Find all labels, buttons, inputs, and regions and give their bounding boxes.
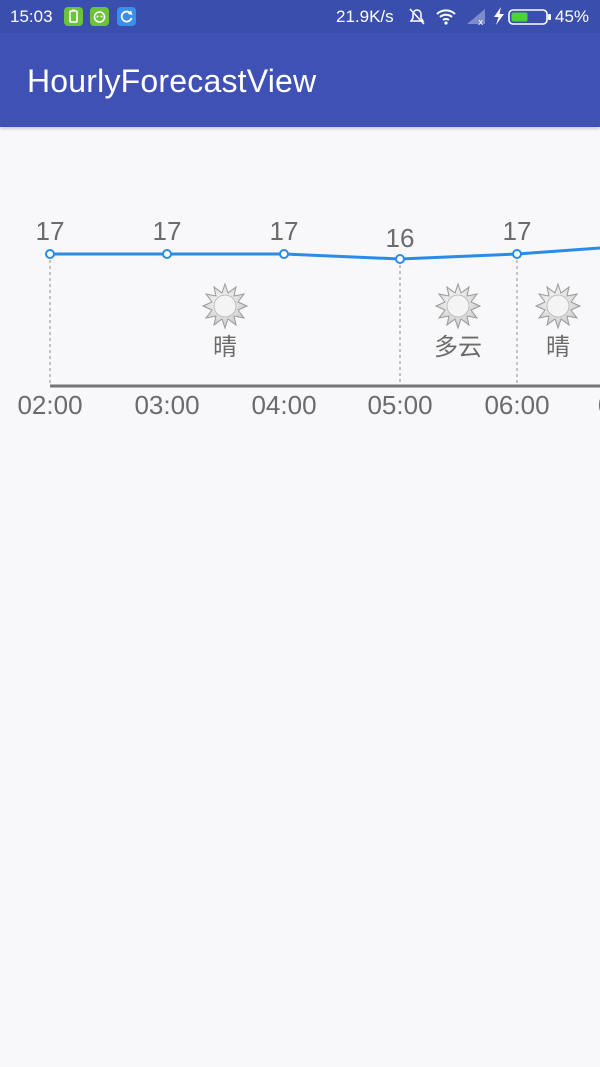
- temperature-label: 17: [269, 216, 299, 246]
- battery-icon: [508, 8, 552, 31]
- temperature-label: 17: [502, 216, 532, 246]
- temperature-point: [279, 249, 289, 259]
- app-bar: HourlyForecastView: [0, 33, 600, 127]
- battery-saver-icon: [64, 7, 83, 26]
- signal-icon: x: [465, 6, 489, 31]
- condition-label: 晴: [546, 333, 570, 361]
- status-time: 15:03: [10, 7, 53, 26]
- hour-label: 03:00: [134, 390, 200, 420]
- network-speed: 21.9K/s: [336, 7, 394, 26]
- svg-text:x: x: [478, 18, 484, 26]
- hourly-forecast-view[interactable]: 17 17 17 16 17 晴 多云 晴 02:00 03:00 04:00 …: [0, 127, 600, 447]
- hour-label: 02:00: [17, 390, 83, 420]
- android-app-icon: [90, 7, 109, 26]
- temperature-label: 17: [35, 216, 65, 246]
- mute-notifications-icon: [407, 6, 427, 31]
- hour-label: 06:00: [484, 390, 550, 420]
- temperature-label: 17: [152, 216, 182, 246]
- temperature-label: 16: [385, 223, 415, 253]
- status-bar: 15:03 21.9K/s x 45%: [0, 0, 600, 33]
- sunny-icon: [201, 282, 249, 330]
- condition-label: 多云: [434, 333, 482, 361]
- condition-label: 晴: [213, 333, 237, 361]
- temperature-point: [512, 249, 522, 259]
- temperature-point: [395, 254, 405, 264]
- charging-icon: [492, 6, 506, 31]
- temperature-point: [45, 249, 55, 259]
- battery-percent: 45%: [555, 7, 590, 26]
- wifi-icon: [435, 6, 457, 31]
- sync-app-icon: [117, 7, 136, 26]
- cloudy-icon: [434, 282, 482, 330]
- sunny-icon: [534, 282, 582, 330]
- temperature-point: [162, 249, 172, 259]
- hour-label: 04:00: [251, 390, 317, 420]
- hour-label: 05:00: [367, 390, 433, 420]
- app-title: HourlyForecastView: [27, 63, 317, 99]
